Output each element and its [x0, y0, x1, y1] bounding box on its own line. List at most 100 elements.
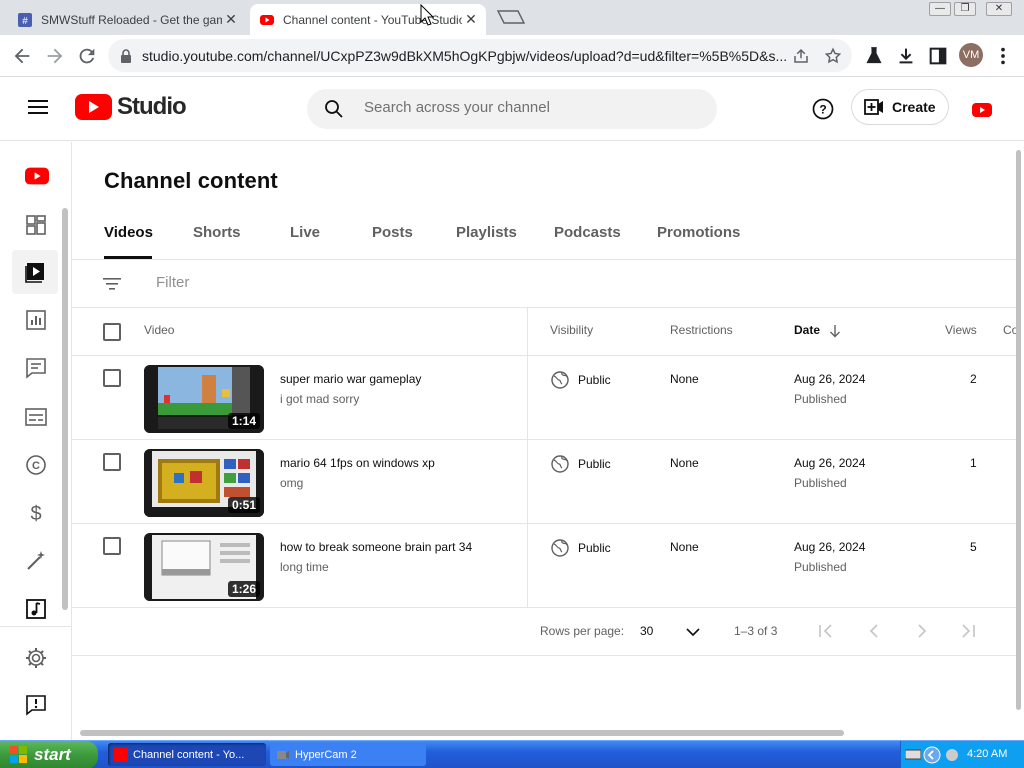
globe-public-icon — [551, 539, 569, 557]
sidebar-scrollbar[interactable] — [62, 208, 68, 610]
channel-avatar-icon[interactable] — [972, 103, 992, 117]
help-icon[interactable]: ? — [812, 98, 834, 120]
customization-wand-icon[interactable] — [24, 549, 48, 573]
audio-library-icon[interactable] — [24, 597, 48, 621]
video-duration: 1:14 — [227, 413, 260, 429]
select-all-checkbox[interactable] — [103, 323, 121, 341]
first-page-icon[interactable] — [818, 624, 834, 638]
labs-flask-icon[interactable] — [863, 45, 885, 67]
side-panel-icon[interactable] — [927, 45, 949, 67]
new-tab-icon[interactable] — [496, 9, 526, 25]
minimize-button[interactable]: — — [929, 2, 951, 16]
start-button[interactable]: start — [0, 741, 98, 768]
column-header-comments[interactable]: Co — [1003, 323, 1017, 337]
bookmark-star-icon[interactable] — [824, 47, 842, 65]
video-title[interactable]: mario 64 1fps on windows xp — [280, 456, 435, 470]
date-value: Aug 26, 2024 — [794, 540, 866, 554]
table-row[interactable]: 1:14 super mario war gameplay i got mad … — [72, 356, 1017, 440]
taskbar-item-hypercam[interactable]: HyperCam 2 — [270, 743, 426, 766]
visibility-cell[interactable]: Public — [550, 370, 611, 390]
channel-search-input[interactable]: Search across your channel — [307, 89, 717, 129]
youtube-app-icon — [114, 747, 128, 762]
page-vertical-scrollbar[interactable] — [1016, 150, 1021, 710]
table-row[interactable]: 1:26 how to break someone brain part 34 … — [72, 524, 1017, 608]
windows-logo-icon — [10, 746, 27, 763]
address-bar[interactable]: studio.youtube.com/channel/UCxpPZ3w9dBkX… — [108, 39, 852, 72]
close-window-button[interactable]: ✕ — [986, 2, 1012, 16]
studio-logo-text[interactable]: Studio — [117, 93, 187, 121]
column-header-views[interactable]: Views — [945, 323, 977, 337]
restrictions-value: None — [670, 372, 699, 386]
reload-icon[interactable] — [76, 45, 98, 67]
visibility-value: Public — [578, 457, 611, 471]
dashboard-icon[interactable] — [24, 213, 48, 237]
page-horizontal-scrollbar[interactable] — [80, 730, 844, 736]
close-tab-icon[interactable]: ✕ — [462, 11, 480, 28]
analytics-icon[interactable] — [24, 308, 48, 332]
tray-app-icon[interactable] — [945, 748, 959, 762]
tab-shorts[interactable]: Shorts — [193, 224, 241, 241]
sort-descending-arrow-icon[interactable] — [829, 324, 841, 338]
hamburger-menu-icon[interactable] — [28, 99, 48, 115]
forward-icon[interactable] — [44, 45, 66, 67]
taskbar-item-chrome[interactable]: Channel content - Yo... — [108, 743, 266, 766]
browser-tab-smwstuff[interactable]: # SMWStuff Reloaded - Get the game ✕ — [8, 4, 246, 35]
page-range: 1–3 of 3 — [734, 624, 778, 638]
filter-icon[interactable] — [103, 277, 121, 291]
tab-playlists[interactable]: Playlists — [456, 224, 517, 241]
browser-menu-icon[interactable] — [992, 45, 1014, 67]
profile-avatar[interactable]: VM — [959, 43, 983, 67]
row-checkbox[interactable] — [103, 369, 121, 387]
download-icon[interactable] — [895, 45, 917, 67]
visibility-cell[interactable]: Public — [550, 454, 611, 474]
video-thumbnail[interactable]: 0:51 — [144, 449, 264, 517]
next-page-icon[interactable] — [916, 624, 928, 638]
back-icon[interactable] — [11, 45, 33, 67]
settings-gear-icon[interactable] — [24, 646, 48, 670]
browser-tab-youtube-studio[interactable]: Channel content - YouTube Studio ✕ — [250, 4, 486, 35]
channel-icon[interactable] — [25, 164, 49, 188]
restore-button[interactable]: ❐ — [954, 2, 976, 16]
video-thumbnail[interactable]: 1:14 — [144, 365, 264, 433]
youtube-logo-icon[interactable] — [75, 94, 112, 120]
tab-posts[interactable]: Posts — [372, 224, 413, 241]
tab-podcasts[interactable]: Podcasts — [554, 224, 621, 241]
video-title[interactable]: super mario war gameplay — [280, 372, 421, 386]
comments-icon[interactable] — [24, 356, 48, 380]
close-tab-icon[interactable]: ✕ — [222, 11, 240, 28]
screen: # SMWStuff Reloaded - Get the game ✕ Cha… — [0, 0, 1024, 768]
video-thumbnail[interactable]: 1:26 — [144, 533, 264, 601]
svg-text:C: C — [32, 460, 40, 472]
create-label: Create — [892, 99, 936, 115]
tab-promotions[interactable]: Promotions — [657, 224, 740, 241]
column-header-visibility[interactable]: Visibility — [550, 323, 593, 337]
tab-live[interactable]: Live — [290, 224, 320, 241]
url-text[interactable]: studio.youtube.com/channel/UCxpPZ3w9dBkX… — [142, 48, 792, 64]
visibility-cell[interactable]: Public — [550, 538, 611, 558]
feedback-icon[interactable] — [24, 693, 48, 717]
last-page-icon[interactable] — [960, 624, 976, 638]
column-header-restrictions[interactable]: Restrictions — [670, 323, 733, 337]
content-icon[interactable] — [24, 260, 48, 284]
keyboard-icon[interactable] — [905, 747, 921, 761]
tray-chevron-icon[interactable] — [923, 746, 941, 764]
column-header-date[interactable]: Date — [794, 323, 820, 337]
share-icon[interactable] — [792, 47, 810, 65]
date-status: Published — [794, 392, 847, 406]
filter-placeholder[interactable]: Filter — [156, 274, 189, 291]
tab-videos[interactable]: Videos — [104, 224, 153, 241]
video-title[interactable]: how to break someone brain part 34 — [280, 540, 472, 554]
hypercam-icon — [277, 750, 289, 759]
row-checkbox[interactable] — [103, 537, 121, 555]
video-duration: 1:26 — [227, 581, 260, 597]
rows-per-page-select[interactable]: 30 — [640, 618, 704, 646]
copyright-icon[interactable]: C — [24, 453, 48, 477]
previous-page-icon[interactable] — [868, 624, 880, 638]
row-checkbox[interactable] — [103, 453, 121, 471]
start-label: start — [34, 745, 71, 764]
create-button[interactable]: Create — [851, 89, 949, 125]
earn-dollar-icon[interactable]: $ — [24, 501, 48, 525]
table-row[interactable]: 0:51 mario 64 1fps on windows xp omg Pub… — [72, 440, 1017, 524]
filter-bar[interactable]: Filter — [72, 260, 1017, 308]
subtitles-icon[interactable] — [24, 405, 48, 429]
